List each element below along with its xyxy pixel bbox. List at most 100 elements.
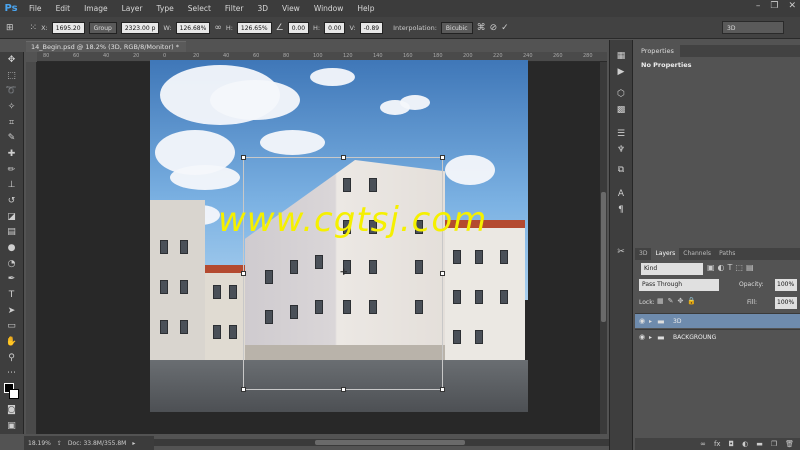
- marquee-tool-icon[interactable]: ⬚: [1, 68, 23, 84]
- zoom-tool-icon[interactable]: ⚲: [1, 350, 23, 366]
- handle-bottom-right[interactable]: [440, 387, 445, 392]
- y-input[interactable]: 2323.00 p: [120, 21, 160, 34]
- pen-tool-icon[interactable]: ✒: [1, 271, 23, 287]
- blur-tool-icon[interactable]: ●: [1, 240, 23, 256]
- tools-preset-icon[interactable]: ✂: [611, 244, 631, 260]
- handle-top-left[interactable]: [241, 155, 246, 160]
- vertical-scrollbar[interactable]: [600, 62, 607, 434]
- character-icon[interactable]: A: [611, 186, 631, 202]
- more-tools-icon[interactable]: ⋯: [1, 365, 23, 381]
- menu-image[interactable]: Image: [77, 0, 115, 17]
- document-tab[interactable]: 14_Begin.psd @ 18.2% (3D, RGB/8/Monitor)…: [26, 41, 186, 52]
- menu-file[interactable]: File: [22, 0, 49, 17]
- color-swatches-icon[interactable]: [1, 381, 23, 403]
- status-menu-icon[interactable]: ▸: [132, 440, 135, 447]
- shape-tool-icon[interactable]: ▭: [1, 318, 23, 334]
- layer-filter-icons[interactable]: ▣◐T⬚▤: [707, 263, 757, 272]
- width-input[interactable]: 126.68%: [175, 21, 211, 34]
- tab-paths[interactable]: Paths: [715, 248, 739, 260]
- layer-row-background[interactable]: ◉ ▸ ▬ BACKGROUNG: [635, 329, 800, 344]
- handle-bottom-left[interactable]: [241, 387, 246, 392]
- tab-3d[interactable]: 3D: [635, 248, 651, 260]
- history-icon[interactable]: ▦: [611, 48, 631, 64]
- brush-presets-icon[interactable]: ♆: [611, 142, 631, 158]
- type-tool-icon[interactable]: T: [1, 287, 23, 303]
- transform-bounding-box[interactable]: ✛: [241, 155, 445, 392]
- dodge-tool-icon[interactable]: ◔: [1, 256, 23, 272]
- warp-icon[interactable]: ⌘: [477, 23, 486, 33]
- handle-middle-right[interactable]: [440, 271, 445, 276]
- new-layer-icon[interactable]: ❐: [771, 440, 777, 448]
- handle-middle-left[interactable]: [241, 271, 246, 276]
- lock-icons[interactable]: ▦✎✥🔒: [657, 297, 700, 305]
- eyedropper-icon[interactable]: ✎: [1, 130, 23, 146]
- handle-top-right[interactable]: [440, 155, 445, 160]
- magic-wand-icon[interactable]: ✧: [1, 99, 23, 115]
- zoom-level[interactable]: 18.19%: [28, 440, 51, 447]
- clone-stamp-icon[interactable]: ⊥: [1, 177, 23, 193]
- quick-mask-icon[interactable]: ◙: [1, 403, 23, 419]
- paragraph-icon[interactable]: ¶: [611, 202, 631, 218]
- crop-tool-icon[interactable]: ⌗: [1, 115, 23, 131]
- visibility-eye-icon[interactable]: ◉: [635, 317, 649, 325]
- handle-bottom-center[interactable]: [341, 387, 346, 392]
- actions-icon[interactable]: ▶: [611, 64, 631, 80]
- x-input[interactable]: 1695.20: [51, 21, 85, 34]
- add-mask-icon[interactable]: ◘: [729, 440, 735, 448]
- screen-mode-icon[interactable]: ▣: [1, 418, 23, 434]
- link-layers-icon[interactable]: ∞: [700, 440, 706, 448]
- pivot-crosshair-icon[interactable]: ✛: [340, 268, 348, 278]
- height-input[interactable]: 126.65%: [236, 21, 272, 34]
- vertical-scroll-thumb[interactable]: [601, 192, 606, 322]
- horizontal-scrollbar[interactable]: [150, 439, 610, 446]
- blend-mode-dropdown[interactable]: Pass Through: [639, 279, 719, 291]
- properties-tab[interactable]: Properties: [635, 45, 680, 57]
- close-icon[interactable]: ✕: [788, 1, 796, 11]
- menu-view[interactable]: View: [275, 0, 307, 17]
- layer-kind-filter[interactable]: Kind: [641, 263, 703, 275]
- menu-edit[interactable]: Edit: [49, 0, 78, 17]
- 3d-icon[interactable]: ⬡: [611, 86, 631, 102]
- menu-help[interactable]: Help: [350, 0, 381, 17]
- adjustments-icon[interactable]: ☰: [611, 126, 631, 142]
- reference-point-icon[interactable]: ⁙: [30, 23, 38, 33]
- gradient-icon[interactable]: ▤: [1, 224, 23, 240]
- restore-icon[interactable]: ❐: [770, 1, 778, 11]
- interpolation-dropdown[interactable]: Bicubic: [440, 21, 473, 34]
- move-tool-icon[interactable]: ✥: [1, 52, 23, 68]
- new-group-icon[interactable]: ▬: [756, 440, 763, 448]
- swatches-icon[interactable]: ▩: [611, 102, 631, 118]
- share-icon[interactable]: ⇪: [57, 440, 62, 447]
- path-selection-icon[interactable]: ➤: [1, 303, 23, 319]
- transform-tool-icon[interactable]: ⊞: [6, 23, 14, 33]
- horizontal-scroll-thumb[interactable]: [315, 440, 465, 445]
- healing-brush-icon[interactable]: ✚: [1, 146, 23, 162]
- menu-select[interactable]: Select: [181, 0, 218, 17]
- expand-arrow-icon[interactable]: ▸: [649, 334, 657, 341]
- handle-top-center[interactable]: [341, 155, 346, 160]
- history-brush-icon[interactable]: ↺: [1, 193, 23, 209]
- menu-layer[interactable]: Layer: [115, 0, 150, 17]
- menu-filter[interactable]: Filter: [218, 0, 251, 17]
- expand-arrow-icon[interactable]: ▸: [649, 318, 657, 325]
- tab-layers[interactable]: Layers: [651, 248, 680, 260]
- adjustment-layer-icon[interactable]: ◐: [742, 440, 748, 448]
- trash-icon[interactable]: 🗑: [785, 440, 794, 448]
- link-icon[interactable]: ∞: [214, 23, 222, 33]
- doc-size[interactable]: Doc: 33.8M/355.8M: [68, 440, 126, 447]
- menu-window[interactable]: Window: [307, 0, 351, 17]
- menu-type[interactable]: Type: [150, 0, 181, 17]
- fill-input[interactable]: 100%: [775, 297, 797, 309]
- menu-3d[interactable]: 3D: [250, 0, 275, 17]
- hskew-input[interactable]: 0.00: [324, 21, 346, 34]
- angle-input[interactable]: 0.00: [287, 21, 310, 34]
- eraser-icon[interactable]: ◪: [1, 209, 23, 225]
- vskew-input[interactable]: -0.89: [359, 21, 384, 34]
- cancel-icon[interactable]: ⊘: [490, 23, 498, 33]
- lasso-tool-icon[interactable]: ➰: [1, 83, 23, 99]
- layer-row-3d[interactable]: ◉ ▸ ▬ 3D: [635, 313, 800, 328]
- group-dropdown[interactable]: Group: [88, 21, 117, 34]
- minimize-icon[interactable]: –: [756, 1, 761, 11]
- tab-channels[interactable]: Channels: [679, 248, 715, 260]
- visibility-eye-icon[interactable]: ◉: [635, 333, 649, 341]
